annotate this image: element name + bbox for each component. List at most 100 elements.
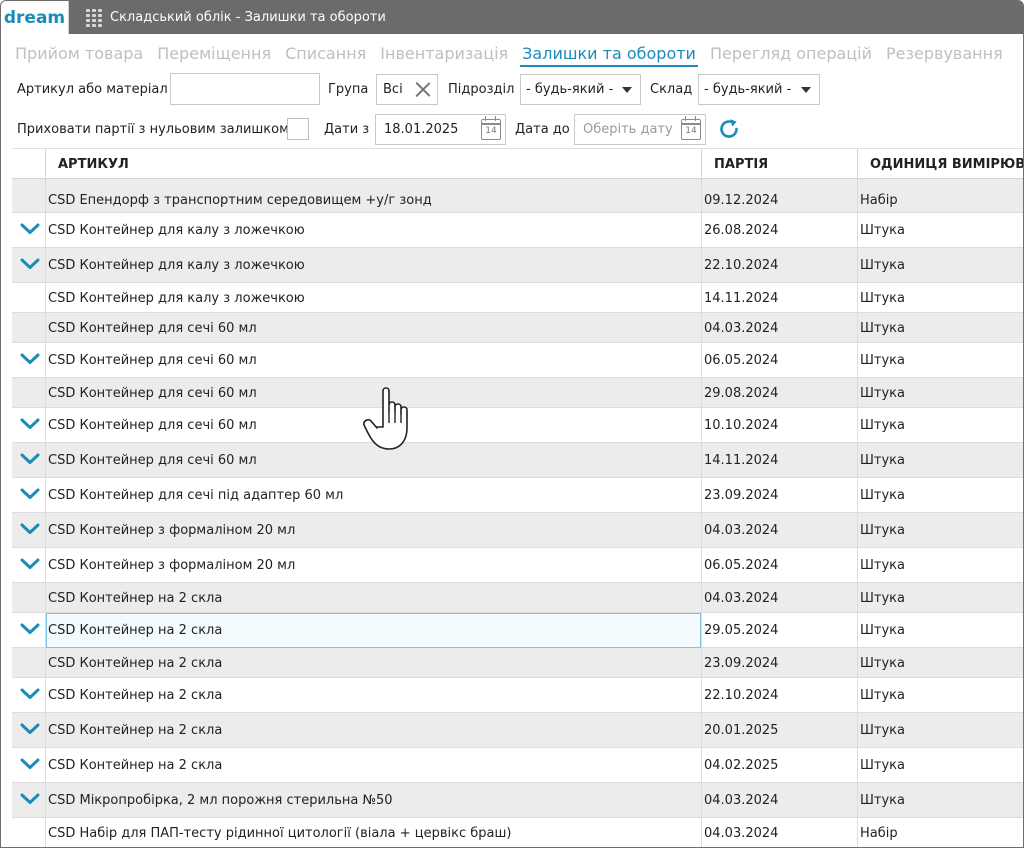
table-row[interactable]: CSD Контейнер на 2 скла 22.10.2024 Штука	[12, 678, 1023, 713]
chevron-down-icon[interactable]	[20, 688, 40, 700]
chevron-down-icon[interactable]	[20, 353, 40, 365]
table-row[interactable]: CSD Контейнер з формаліном 20 мл 04.03.20…	[12, 513, 1023, 548]
tab-5[interactable]: Перегляд операцій	[710, 44, 872, 67]
grid-header: АРТИКУЛ ПАРТІЯ ОДИНИЦЯ ВИМІРЮВАННЯ	[12, 148, 1023, 179]
cell-unit: Набір	[860, 192, 898, 208]
cell-article: CSD Контейнер на 2 скла	[48, 655, 223, 671]
division-value: - будь-який -	[526, 82, 614, 97]
table-row[interactable]: CSD Контейнер для сечі 60 мл 29.08.2024 Шт…	[12, 378, 1023, 408]
chevron-down-icon[interactable]	[20, 453, 40, 465]
table-row[interactable]: CSD Контейнер для сечі 60 мл 14.11.2024 Шт…	[12, 443, 1023, 478]
table-row[interactable]: CSD Контейнер на 2 скла 20.01.2025 Штука	[12, 713, 1023, 748]
table-row[interactable]: CSD Набір для ПАП-тесту рідинної цитолог…	[12, 818, 1023, 847]
date-from-field[interactable]: 18.01.2025 14	[375, 114, 506, 145]
chevron-down-icon[interactable]	[20, 758, 40, 770]
tab-4[interactable]: Залишки та обороти	[520, 44, 698, 67]
table-row[interactable]: CSD Контейнер для сечі під адаптер 60 мл…	[12, 478, 1023, 513]
cell-article: CSD Контейнер на 2 скла	[48, 758, 223, 773]
cell-batch: 04.03.2024	[704, 793, 779, 808]
app-window: dream Складський облік - Залишки та обор…	[0, 0, 1024, 848]
cell-unit: Штука	[860, 223, 905, 238]
cell-batch: 26.08.2024	[704, 223, 779, 238]
cell-article: CSD Контейнер з формаліном 20 мл	[48, 558, 296, 573]
apps-grid-icon[interactable]	[86, 8, 104, 27]
table-row[interactable]: CSD Контейнер з формаліном 20 мл 06.05.20…	[12, 548, 1023, 583]
cell-batch: 04.03.2024	[704, 590, 779, 606]
cell-batch: 10.10.2024	[704, 418, 779, 433]
app-logo[interactable]: dream	[1, 1, 69, 34]
table-row[interactable]: CSD Контейнер на 2 скла 04.03.2024 Штука	[12, 583, 1023, 613]
cell-batch: 22.10.2024	[704, 258, 779, 273]
cell-unit: Штука	[860, 623, 905, 638]
cell-batch: 04.03.2024	[704, 320, 779, 336]
calendar-icon[interactable]: 14	[481, 116, 501, 140]
article-input[interactable]	[170, 73, 320, 105]
cell-unit: Штука	[860, 558, 905, 573]
date-to-placeholder: Оберіть дату	[583, 122, 673, 137]
cell-article: CSD Контейнер на 2 скла	[48, 688, 223, 703]
cell-unit: Штука	[860, 758, 905, 773]
table-row[interactable]: CSD Епендорф з транспортним середовищем …	[12, 179, 1023, 213]
column-header-article[interactable]: АРТИКУЛ	[46, 149, 701, 179]
cell-article: CSD Контейнер для калу з ложечкою	[48, 258, 305, 273]
chevron-down-icon[interactable]	[20, 623, 40, 635]
title-bar: dream Складський облік - Залишки та обор…	[1, 1, 1023, 34]
cell-batch: 06.05.2024	[704, 558, 779, 573]
table-row[interactable]: CSD Контейнер на 2 скла 29.05.2024 Штука	[12, 613, 1023, 648]
table-row[interactable]: CSD Контейнер для сечі 60 мл 06.05.2024 Шт…	[12, 343, 1023, 378]
tab-0[interactable]: Прийом товара	[15, 44, 143, 67]
table-row[interactable]: CSD Контейнер на 2 скла 23.09.2024 Штука	[12, 648, 1023, 678]
calendar-icon[interactable]: 14	[681, 116, 701, 140]
chevron-down-icon	[622, 87, 632, 93]
chevron-down-icon[interactable]	[20, 793, 40, 805]
tab-6[interactable]: Резервування	[886, 44, 1003, 67]
clear-group-icon[interactable]	[415, 81, 431, 97]
chevron-down-icon[interactable]	[20, 558, 40, 570]
cell-article: CSD Контейнер на 2 скла	[46, 613, 701, 648]
cell-unit: Штука	[860, 320, 905, 336]
cell-unit: Штука	[860, 590, 905, 606]
date-to-field[interactable]: Оберіть дату 14	[574, 114, 706, 145]
chevron-down-icon[interactable]	[20, 223, 40, 235]
cell-unit: Штука	[860, 353, 905, 368]
cell-unit: Штука	[860, 418, 905, 433]
chevron-down-icon[interactable]	[20, 258, 40, 270]
chevron-down-icon[interactable]	[20, 723, 40, 735]
tab-1[interactable]: Переміщення	[157, 44, 271, 67]
chevron-down-icon[interactable]	[20, 523, 40, 535]
warehouse-select[interactable]: - будь-який -	[698, 74, 820, 105]
refresh-icon[interactable]	[717, 117, 741, 141]
table-row[interactable]: CSD Контейнер для калу з ложечкою 14.11.2…	[12, 283, 1023, 313]
tab-3[interactable]: Інвентаризація	[380, 44, 508, 67]
hide-zero-label: Приховати партії з нульовим залишком	[17, 122, 289, 137]
cell-article: CSD Контейнер на 2 скла	[48, 723, 223, 738]
cell-batch: 04.02.2025	[704, 758, 779, 773]
cell-article: CSD Епендорф з транспортним середовищем …	[48, 192, 432, 208]
cell-unit: Штука	[860, 688, 905, 703]
table-row[interactable]: CSD Контейнер для калу з ложечкою 26.08.2…	[12, 213, 1023, 248]
cell-unit: Штука	[860, 385, 905, 401]
column-header-batch[interactable]: ПАРТІЯ	[702, 149, 857, 179]
hide-zero-checkbox[interactable]	[287, 118, 309, 140]
group-value: Всі	[383, 82, 403, 97]
cell-unit: Штука	[860, 290, 905, 306]
table-row[interactable]: CSD Контейнер для сечі 60 мл 10.10.2024 Шт…	[12, 408, 1023, 443]
cell-unit: Штука	[860, 258, 905, 273]
table-row[interactable]: CSD Контейнер для калу з ложечкою 22.10.2…	[12, 248, 1023, 283]
chevron-down-icon	[801, 87, 811, 93]
table-row[interactable]: CSD Мікропробірка, 2 мл порожня стерильн…	[12, 783, 1023, 818]
column-header-unit[interactable]: ОДИНИЦЯ ВИМІРЮВАННЯ	[858, 149, 1023, 179]
cell-batch: 29.05.2024	[704, 623, 779, 638]
article-label: Артикул або матеріал	[17, 82, 168, 97]
group-selector[interactable]: Всі	[376, 74, 438, 105]
cell-batch: 29.08.2024	[704, 385, 779, 401]
cell-batch: 23.09.2024	[704, 655, 779, 671]
tab-2[interactable]: Списання	[285, 44, 366, 67]
chevron-down-icon[interactable]	[20, 488, 40, 500]
grid-body: CSD Епендорф з транспортним середовищем …	[12, 179, 1023, 847]
table-row[interactable]: CSD Контейнер на 2 скла 04.02.2025 Штука	[12, 748, 1023, 783]
division-select[interactable]: - будь-який -	[520, 74, 641, 105]
cell-article: CSD Контейнер для сечі 60 мл	[48, 353, 257, 368]
chevron-down-icon[interactable]	[20, 418, 40, 430]
table-row[interactable]: CSD Контейнер для сечі 60 мл 04.03.2024 Шт…	[12, 313, 1023, 343]
